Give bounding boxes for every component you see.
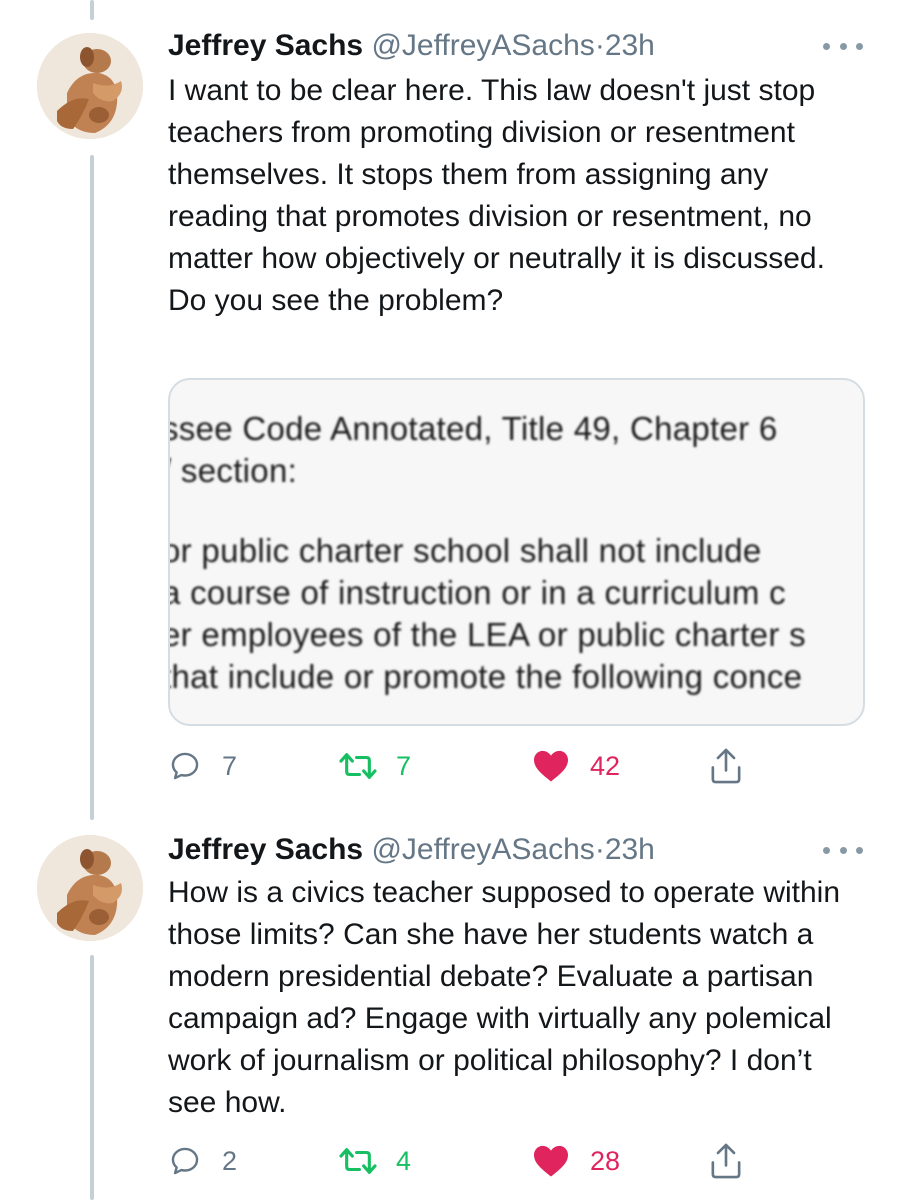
tweet-body: How is a civics teacher supposed to oper…	[168, 876, 841, 1119]
timestamp[interactable]: 23h	[605, 833, 655, 866]
tweet-actions: 2 4 28	[168, 1138, 768, 1184]
share-icon	[711, 748, 741, 784]
tweet-text: How is a civics teacher supposed to oper…	[168, 872, 868, 1124]
avatar-image	[37, 835, 143, 941]
reply-icon	[171, 1147, 199, 1175]
retweet-icon	[339, 753, 377, 779]
heart-icon	[534, 750, 568, 782]
media-text-line: or public charter school shall not inclu…	[168, 532, 762, 569]
media-text-line: er employees of the LEA or public charte…	[168, 616, 806, 653]
retweet-count: 4	[396, 1145, 412, 1176]
media-text-line: that include or promote the following co…	[168, 658, 803, 695]
retweet-icon	[339, 1148, 377, 1174]
like-button[interactable]: 28	[532, 1138, 620, 1184]
media-text-line: a course of instruction or in a curricul…	[168, 574, 786, 611]
avatar[interactable]	[37, 33, 143, 139]
more-icon[interactable]	[823, 26, 863, 66]
author-name[interactable]: Jeffrey Sachs	[168, 833, 363, 866]
share-button[interactable]	[708, 1138, 744, 1184]
like-button[interactable]: 42	[532, 743, 620, 789]
separator: ·	[594, 29, 605, 62]
timestamp[interactable]: 23h	[605, 29, 655, 62]
separator: ·	[594, 833, 605, 866]
reply-count: 7	[222, 750, 238, 781]
retweet-button[interactable]: 7	[338, 743, 411, 789]
tweet-body: I want to be clear here. This law doesn'…	[168, 74, 825, 317]
share-icon	[711, 1143, 741, 1179]
reply-count: 2	[222, 1145, 238, 1176]
avatar[interactable]	[37, 835, 143, 941]
reply-icon	[171, 752, 199, 780]
more-icon[interactable]	[823, 830, 863, 870]
tweet[interactable]: Jeffrey Sachs @JeffreyASachs·23h How is …	[0, 820, 903, 1200]
author-handle[interactable]: @JeffreyASachs	[371, 29, 594, 62]
reply-button[interactable]: 2	[168, 1138, 237, 1184]
tweet-actions: 7 7 42	[168, 743, 768, 789]
heart-icon	[534, 1145, 568, 1177]
retweet-count: 7	[396, 750, 412, 781]
media-text-line: ssee Code Annotated, Title 49, Chapter 6	[168, 410, 778, 447]
share-button[interactable]	[708, 743, 744, 789]
media-text-line: / section:	[168, 452, 298, 489]
tweet-media-image[interactable]: ssee Code Annotated, Title 49, Chapter 6…	[168, 378, 865, 726]
reply-button[interactable]: 7	[168, 743, 237, 789]
author-handle[interactable]: @JeffreyASachs	[371, 833, 594, 866]
author-name[interactable]: Jeffrey Sachs	[168, 29, 363, 62]
tweet[interactable]: Jeffrey Sachs @JeffreyASachs·23h I want …	[0, 0, 903, 820]
retweet-button[interactable]: 4	[338, 1138, 411, 1184]
tweet-text: I want to be clear here. This law doesn'…	[168, 70, 868, 322]
like-count: 42	[590, 750, 621, 781]
tweet-header: Jeffrey Sachs @JeffreyASachs·23h	[168, 830, 863, 870]
like-count: 28	[590, 1145, 621, 1176]
avatar-image	[37, 33, 143, 139]
tweet-header: Jeffrey Sachs @JeffreyASachs·23h	[168, 26, 863, 66]
